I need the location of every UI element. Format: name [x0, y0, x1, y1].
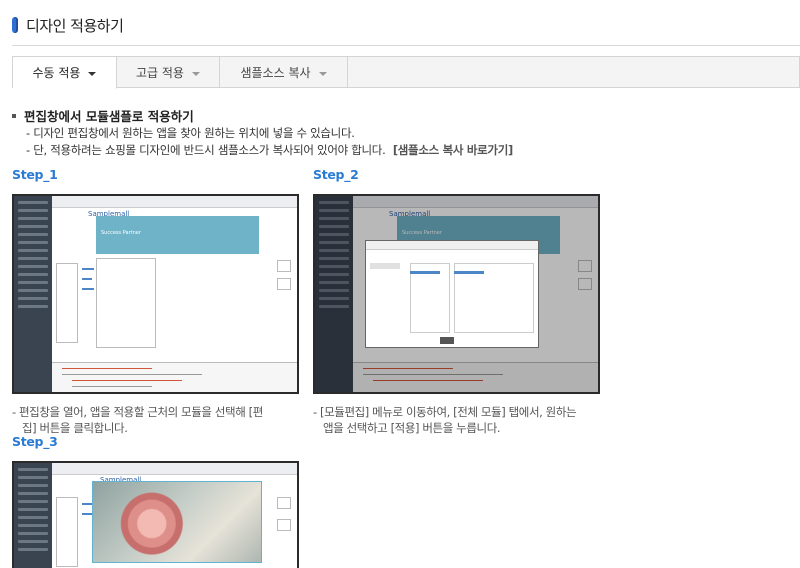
step-2-label: Step_2: [313, 167, 359, 182]
caret-down-icon: [191, 71, 200, 76]
tab-bar: 수동 적용 고급 적용 샘플소스 복사: [12, 56, 800, 89]
editor-sidebar: [14, 196, 52, 392]
bullet-icon: [12, 113, 16, 118]
section-heading: 편집창에서 모듈샘플로 적용하기: [24, 109, 194, 124]
rose-image: [92, 481, 262, 563]
tab-manual-apply[interactable]: 수동 적용: [13, 57, 117, 89]
editor-sidebar: [14, 463, 52, 568]
step-2-caption: - [모듈편집] 메뉴로 이동하여, [전체 모듈] 탭에서, 원하는 앱을 선…: [313, 404, 603, 436]
title-marker-icon: [12, 17, 18, 33]
caret-down-icon: [88, 71, 97, 76]
sample-copy-link[interactable]: [샘플소스 복사 바로가기]: [393, 143, 513, 157]
sample-banner: Success Partner: [96, 216, 259, 254]
section-desc-1: - 디자인 편집창에서 원하는 앱을 찾아 원하는 위치에 넣을 수 있습니다.: [26, 126, 355, 140]
step-1-caption-line-1: - 편집창을 열어, 앱을 적용할 근처의 모듈을 선택해 [편: [12, 405, 263, 419]
step-1-label: Step_1: [12, 167, 58, 182]
page-title-wrap: 디자인 적용하기: [12, 14, 124, 36]
tab-sample-copy[interactable]: 샘플소스 복사: [220, 57, 348, 88]
editor-toolbar: [52, 196, 297, 208]
module-edit-dialog: [365, 240, 539, 348]
caret-down-icon: [318, 71, 327, 76]
section-desc-2-wrap: - 단, 적용하려는 쇼핑몰 디자인에 반드시 샘플소스가 복사되어 있어야 합…: [26, 142, 513, 158]
step-2-caption-line-2: 앱을 선택하고 [적용] 버튼을 누릅니다.: [323, 421, 501, 435]
title-divider: [12, 45, 800, 46]
step-2-caption-line-1: - [모듈편집] 메뉴로 이동하여, [전체 모듈] 탭에서, 원하는: [313, 405, 577, 419]
step-3-label: Step_3: [12, 434, 58, 449]
step-1-caption: - 편집창을 열어, 앱을 적용할 근처의 모듈을 선택해 [편 집] 버튼을 …: [12, 404, 302, 436]
editor-code-panel: [52, 362, 297, 392]
tab-label: 샘플소스 복사: [240, 66, 311, 80]
step-1-screenshot: Samplemall Success Partner: [12, 194, 299, 394]
banner-text: Success Partner: [101, 230, 141, 236]
tab-label: 고급 적용: [136, 66, 184, 80]
section-desc-2: - 단, 적용하려는 쇼핑몰 디자인에 반드시 샘플소스가 복사되어 있어야 합…: [26, 143, 386, 157]
editor-canvas: Samplemall Success Partner: [52, 208, 297, 362]
page-title: 디자인 적용하기: [26, 16, 124, 35]
editor-toolbar: [52, 463, 297, 475]
step-2-screenshot: Samplemall Success Partner: [313, 194, 600, 394]
dialog-header: [366, 241, 538, 250]
section-heading-wrap: 편집창에서 모듈샘플로 적용하기: [12, 106, 194, 125]
step-3-screenshot: Samplemall: [12, 461, 299, 568]
tab-advanced-apply[interactable]: 고급 적용: [117, 57, 220, 88]
tab-label: 수동 적용: [32, 66, 81, 80]
